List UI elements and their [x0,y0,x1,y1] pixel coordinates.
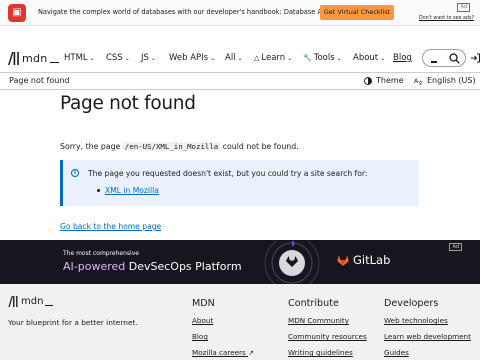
mdn-logo[interactable]: mdn [8,51,59,65]
footer: mdn Your blueprint for a better internet… [0,284,480,360]
nav-html[interactable]: HTML ⌄ [64,53,95,63]
gitlab-brand: GitLab [337,253,390,267]
no-ads-link[interactable]: Don't want to see ads? [419,16,474,21]
logo-underscore [49,61,59,64]
search-cursor [431,61,437,63]
footer-tagline: Your blueprint for a better internet. [8,318,138,327]
chevron-down-icon: ⌄ [124,55,130,62]
top-ad-banner[interactable]: ▣ Navigate the complex world of database… [0,0,480,26]
gitlab-tanuki-graphic [264,241,320,284]
promo-ad-label: Ad [449,243,462,251]
notice-text: The page you requested doesn't exist, bu… [88,169,368,178]
info-icon: i [71,169,79,177]
external-link-icon: ↗ [248,348,255,357]
ad-message[interactable]: Navigate the complex world of databases … [38,8,361,16]
gitlab-logo-icon [337,255,349,266]
chevron-down-icon: ⌄ [380,55,386,62]
footer-link-guides[interactable]: Guides [384,348,471,358]
sorry-suffix: could not be found. [222,142,299,151]
footer-logo-text: mdn [21,296,44,307]
nav-js[interactable]: JS ⌄ [141,53,156,63]
search-suggestion-notice: i The page you requested doesn't exist, … [60,160,419,206]
footer-link-blog[interactable]: Blog [192,332,254,342]
logo-text: mdn [22,51,48,65]
search-input[interactable] [422,49,466,67]
chevron-down-icon: ⌄ [287,55,293,62]
article-toolbar: Page not found Theme A 文 English (US) [0,72,480,90]
footer-column-developers: Developers Web technologies Learn web de… [384,298,471,360]
language-label: English (US) [427,76,476,85]
sorry-prefix: Sorry, the page [60,142,121,151]
logo-underscore [45,304,54,307]
main-nav: mdn HTML ⌄ CSS ⌄ JS ⌄ Web APIs ⌄ All ⌄ △ Learn… [0,44,480,72]
footer-link-about[interactable]: About [192,316,254,326]
promo-headline-accent: AI-powered [63,260,126,273]
nav-all[interactable]: All ⌄ [225,53,243,63]
page-title: Page not found [60,93,196,114]
footer-link-community[interactable]: MDN Community [288,316,367,326]
nav-blog[interactable]: Blog [393,53,412,63]
nav-about[interactable]: About ⌄ [353,53,385,63]
footer-column-mdn: MDN About Blog Mozilla careers ↗ [192,298,254,360]
footer-link-writing-guidelines[interactable]: Writing guidelines [288,348,367,358]
promo-headline: AI-powered DevSecOps Platform [63,260,242,273]
ad-label: Ad [457,3,470,12]
promo-eyebrow: The most comprehensive [63,250,139,257]
gitlab-wordmark: GitLab [353,253,391,267]
footer-link-careers[interactable]: Mozilla careers ↗ [192,348,254,358]
nav-web-apis[interactable]: Web APIs ⌄ [169,53,215,63]
language-icon: A 文 [414,78,423,85]
footer-link-web-technologies[interactable]: Web technologies [384,316,471,326]
footer-heading: Developers [384,298,439,309]
footer-heading: Contribute [288,298,339,309]
language-switcher[interactable]: A 文 English (US) [414,76,476,85]
login-icon[interactable] [471,53,480,63]
search-icon[interactable] [449,53,460,64]
chevron-down-icon: ⌄ [89,55,95,62]
search-suggestion-link[interactable]: XML in Mozilla [105,186,159,195]
theme-icon [364,76,372,85]
learn-icon: △ [254,54,260,62]
footer-logo[interactable]: mdn [8,296,54,307]
chevron-down-icon: ⌄ [336,55,342,62]
chevron-down-icon: ⌄ [237,55,243,62]
ad-brand-logo: ▣ [8,4,26,22]
ad-cta-button[interactable]: Get Virtual Checklist [320,5,394,20]
missing-path: /en-US/XML_in_Mozilla [122,142,221,151]
list-bullet [97,189,100,192]
footer-column-contribute: Contribute MDN Community Community resou… [288,298,367,360]
breadcrumb[interactable]: Page not found [9,76,69,85]
nav-learn[interactable]: △ Learn ⌄ [254,53,292,63]
chevron-down-icon: ⌄ [210,55,216,62]
mdn-m-icon [8,296,18,307]
svg-text:文: 文 [418,80,423,85]
promo-headline-rest: DevSecOps Platform [128,260,242,273]
mdn-m-icon [8,51,19,65]
footer-link-learn-web-dev[interactable]: Learn web development [384,332,471,342]
footer-link-community-resources[interactable]: Community resources [288,332,367,342]
theme-switcher[interactable]: Theme [364,76,404,85]
home-page-link[interactable]: Go back to the home page [60,222,161,231]
chevron-down-icon: ⌄ [150,55,156,62]
wrench-icon: 🔧 [303,54,312,62]
promo-ad[interactable]: The most comprehensive AI-powered DevSec… [0,240,480,284]
nav-tools[interactable]: 🔧 Tools ⌄ [303,53,342,63]
theme-label: Theme [376,76,404,85]
footer-heading: MDN [192,298,215,309]
nav-css[interactable]: CSS ⌄ [106,53,130,63]
not-found-message: Sorry, the page /en-US/XML_in_Mozilla co… [60,142,299,151]
